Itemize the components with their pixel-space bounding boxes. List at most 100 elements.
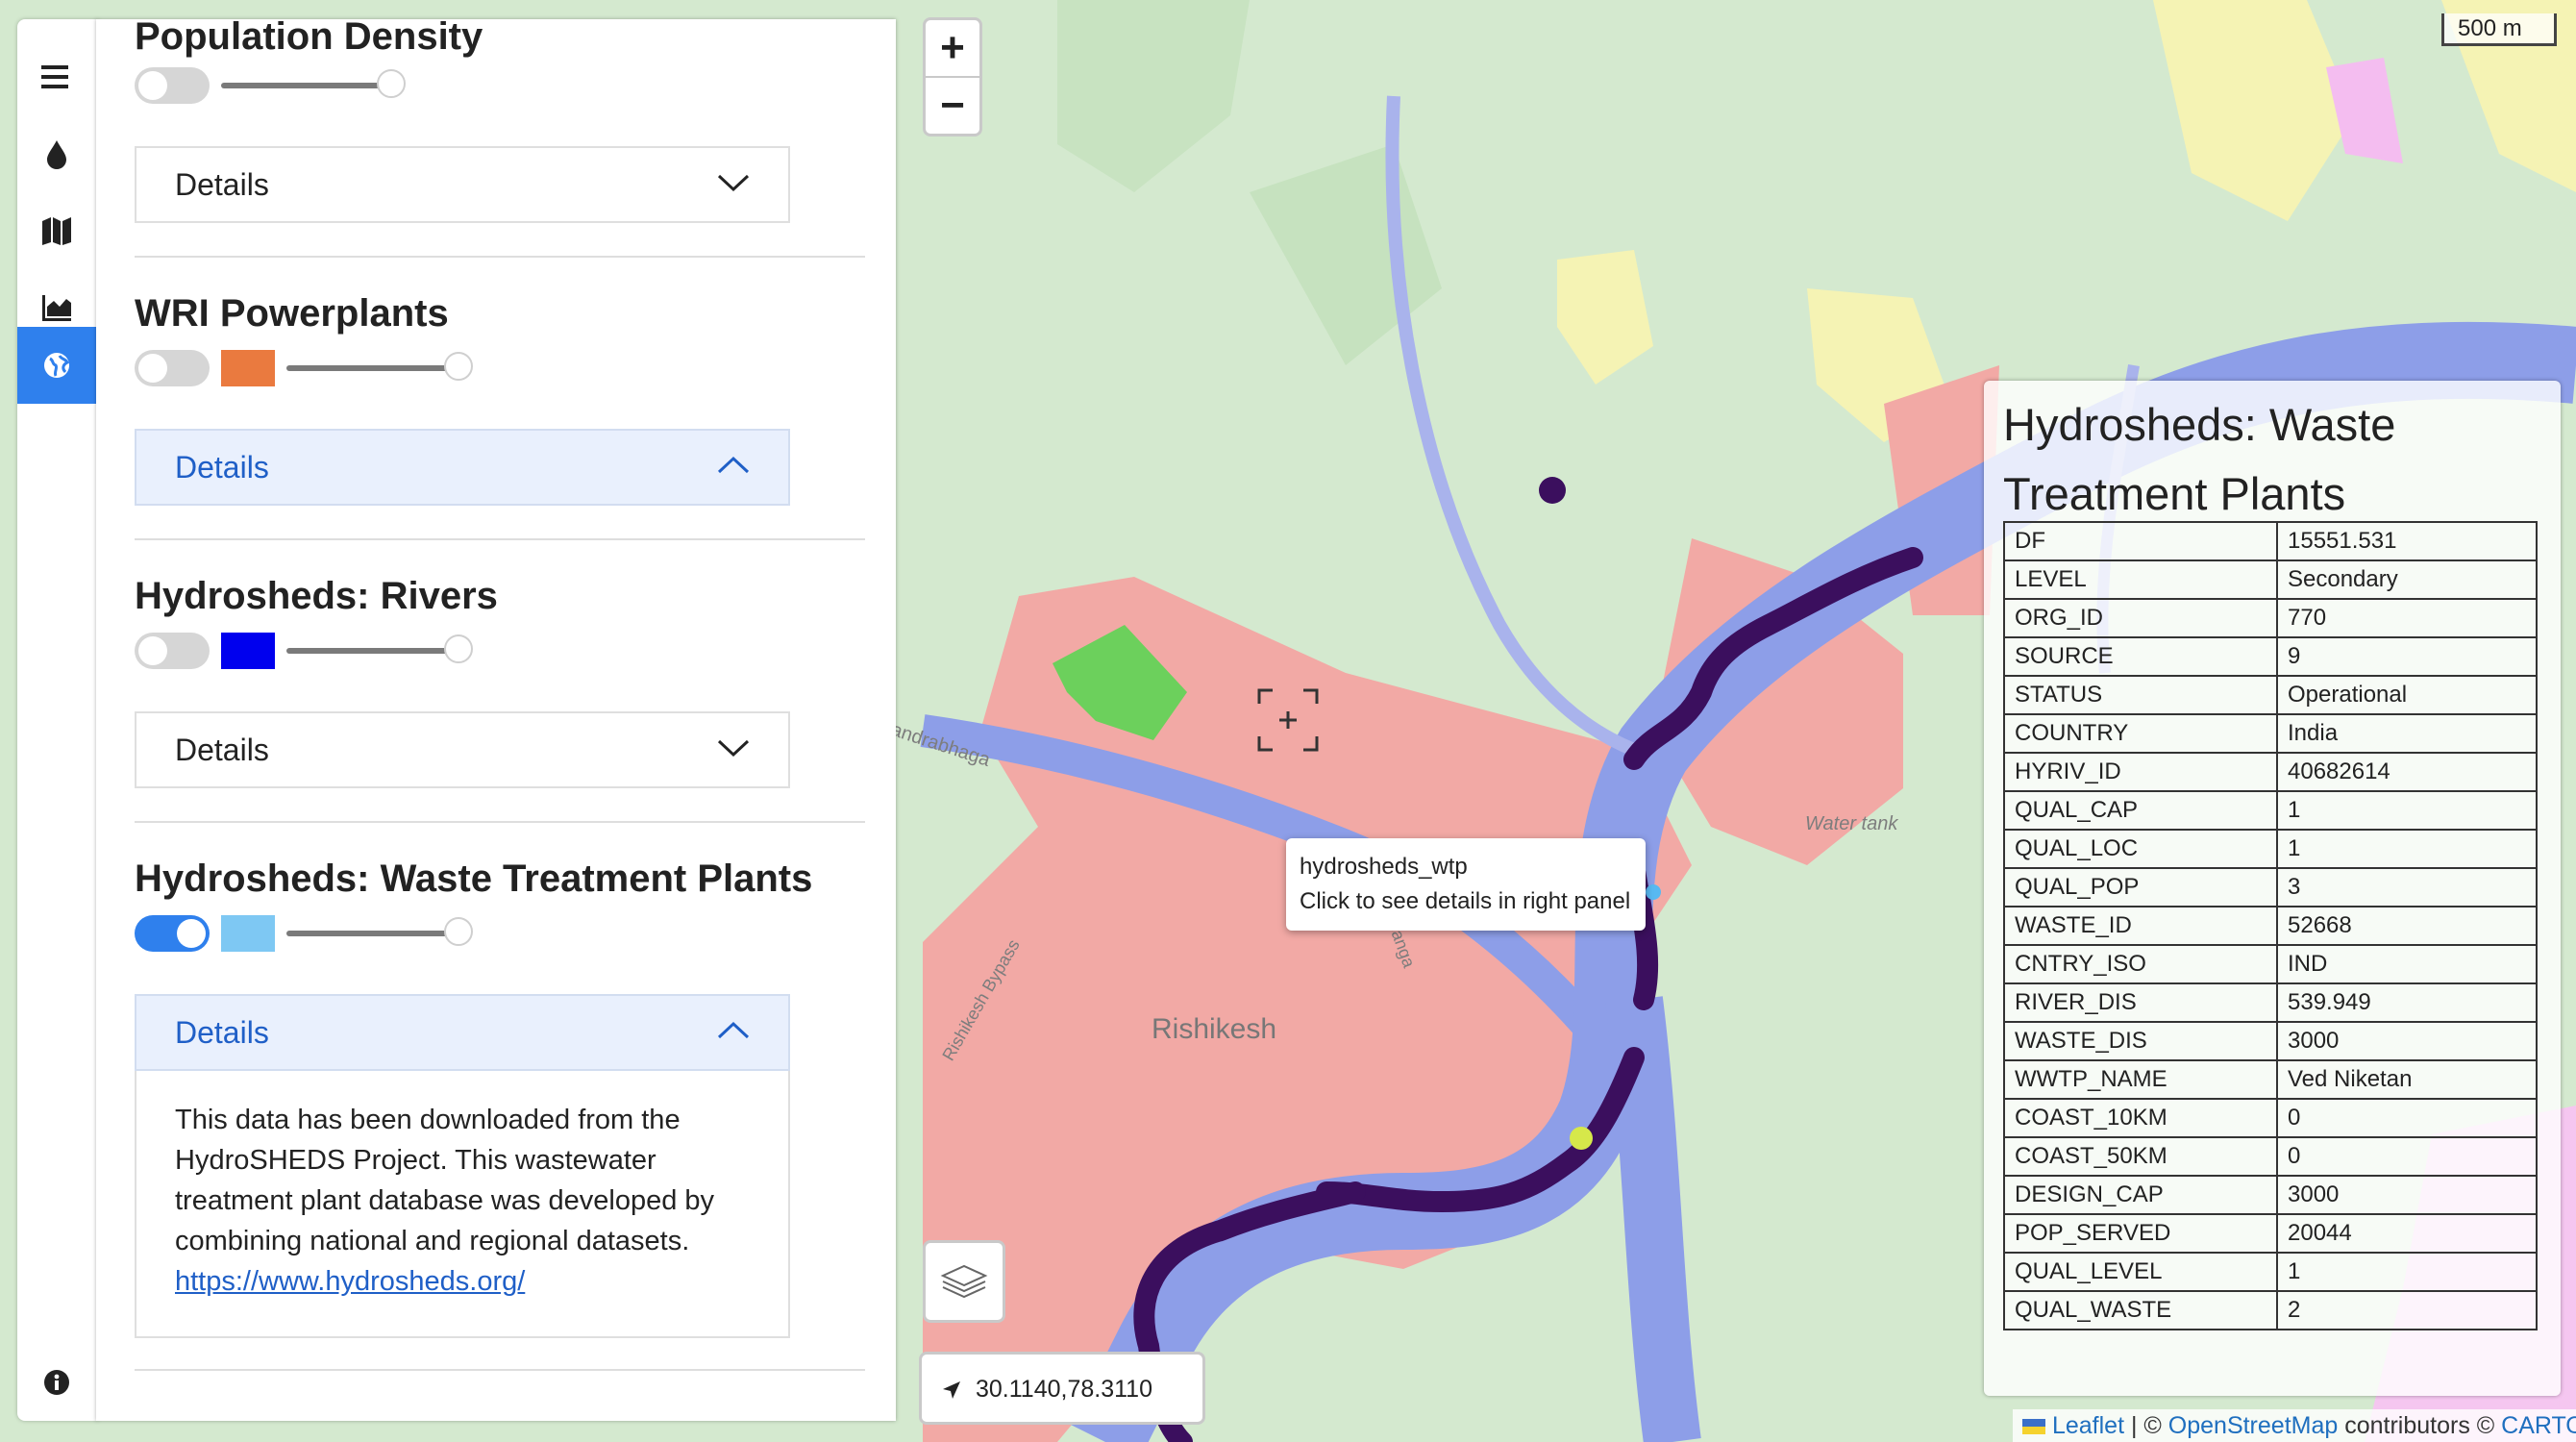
map-tooltip: hydrosheds_wtp Click to see details in r… xyxy=(1286,838,1646,931)
attribute-value: IND xyxy=(2276,944,2538,984)
ukraine-flag-icon xyxy=(2022,1419,2045,1435)
attribute-key: QUAL_LEVEL xyxy=(2003,1252,2278,1292)
attribute-key: WWTP_NAME xyxy=(2003,1059,2278,1100)
map-attribution: Leaflet | © OpenStreetMap contributors ©… xyxy=(2013,1409,2576,1442)
attribute-row: LEVEL Secondary xyxy=(2003,559,2538,600)
details-label: Details xyxy=(175,1015,269,1050)
attribute-value: 0 xyxy=(2276,1098,2538,1138)
map-icon[interactable] xyxy=(17,192,96,269)
hydrosheds-link[interactable]: https://www.hydrosheds.org/ xyxy=(175,1266,525,1297)
water-tank-label: Water tank xyxy=(1805,813,1898,834)
attribute-value: 1 xyxy=(2276,790,2538,831)
attribute-key: WASTE_DIS xyxy=(2003,1021,2278,1061)
attribute-row: QUAL_CAP 1 xyxy=(2003,790,2538,831)
attribute-value: 40682614 xyxy=(2276,752,2538,792)
attribute-key: COAST_10KM xyxy=(2003,1098,2278,1138)
details-label: Details xyxy=(175,167,269,202)
layer-title-hydrosheds-wtp: Hydrosheds: Waste Treatment Plants xyxy=(135,858,813,900)
info-panel-title: Hydrosheds: Waste Treatment Plants xyxy=(2003,399,2396,519)
carto-link[interactable]: CARTO xyxy=(2501,1412,2576,1439)
attribute-value: Operational xyxy=(2276,675,2538,715)
attribute-key: DESIGN_CAP xyxy=(2003,1175,2278,1215)
attribute-key: QUAL_POP xyxy=(2003,867,2278,907)
attribute-key: RIVER_DIS xyxy=(2003,982,2278,1023)
attribute-key: WASTE_ID xyxy=(2003,906,2278,946)
attribute-key: QUAL_LOC xyxy=(2003,829,2278,869)
leaflet-link[interactable]: Leaflet xyxy=(2052,1412,2124,1439)
attribute-value: 3000 xyxy=(2276,1021,2538,1061)
city-label: Rishikesh xyxy=(1152,1013,1277,1045)
coordinates-display: 30.1140,78.3110 xyxy=(919,1352,1205,1425)
attribution-separator: | © xyxy=(2124,1412,2168,1439)
color-swatch-wri-powerplants[interactable] xyxy=(221,350,275,386)
opacity-slider-population-density[interactable] xyxy=(221,69,406,98)
water-drop-icon[interactable] xyxy=(17,115,96,192)
details-population-density[interactable]: Details xyxy=(135,146,790,223)
chevron-down-icon xyxy=(717,739,750,758)
attribute-value: Secondary xyxy=(2276,559,2538,600)
attribute-key: POP_SERVED xyxy=(2003,1213,2278,1254)
chevron-down-icon xyxy=(717,174,750,192)
attribute-row: SOURCE 9 xyxy=(2003,636,2538,677)
zoom-out-button[interactable]: − xyxy=(926,78,979,134)
divider xyxy=(135,821,865,823)
attribute-key: HYRIV_ID xyxy=(2003,752,2278,792)
layers-button[interactable] xyxy=(923,1240,1005,1323)
zoom-in-button[interactable]: + xyxy=(926,20,979,78)
attribute-row: HYRIV_ID 40682614 xyxy=(2003,752,2538,792)
icon-sidebar xyxy=(17,19,98,1421)
attribute-row: QUAL_LEVEL 1 xyxy=(2003,1252,2538,1292)
tooltip-subtitle: Click to see details in right panel xyxy=(1300,888,1631,914)
attribute-row: ORG_ID 770 xyxy=(2003,598,2538,638)
toggle-hydrosheds-rivers[interactable] xyxy=(135,633,210,669)
opacity-slider-hydrosheds-rivers[interactable] xyxy=(286,634,473,663)
attribute-value: 15551.531 xyxy=(2276,521,2538,561)
attribute-value: Ved Niketan xyxy=(2276,1059,2538,1100)
zoom-control: + − xyxy=(923,17,982,137)
chevron-up-icon xyxy=(717,456,750,474)
attribute-value: 52668 xyxy=(2276,906,2538,946)
opacity-slider-wri-powerplants[interactable] xyxy=(286,352,473,381)
toggle-wri-powerplants[interactable] xyxy=(135,350,210,386)
attribute-row: CNTRY_ISO IND xyxy=(2003,944,2538,984)
attribute-row: WWTP_NAME Ved Niketan xyxy=(2003,1059,2538,1100)
location-arrow-icon xyxy=(943,1381,960,1399)
attribute-key: QUAL_WASTE xyxy=(2003,1290,2278,1330)
layer-panel[interactable]: Population Density Details WRI Powerplan… xyxy=(96,19,896,1421)
opacity-slider-hydrosheds-wtp[interactable] xyxy=(286,917,473,946)
attribute-value: 1 xyxy=(2276,1252,2538,1292)
color-swatch-hydrosheds-rivers[interactable] xyxy=(221,633,275,669)
toggle-hydrosheds-wtp[interactable] xyxy=(135,915,210,952)
tooltip-title: hydrosheds_wtp xyxy=(1300,854,1468,880)
attribute-row: WASTE_ID 52668 xyxy=(2003,906,2538,946)
attribute-row: QUAL_LOC 1 xyxy=(2003,829,2538,869)
attribute-value: India xyxy=(2276,713,2538,754)
attribute-value: 770 xyxy=(2276,598,2538,638)
attribute-row: COAST_10KM 0 xyxy=(2003,1098,2538,1138)
attribute-value: 539.949 xyxy=(2276,982,2538,1023)
scale-bar: 500 m xyxy=(2441,13,2557,46)
layer-title-wri-powerplants: WRI Powerplants xyxy=(135,292,449,335)
attribute-key: QUAL_CAP xyxy=(2003,790,2278,831)
attribute-row: RIVER_DIS 539.949 xyxy=(2003,982,2538,1023)
layer-description: This data has been downloaded from the H… xyxy=(175,1105,715,1256)
menu-icon[interactable] xyxy=(17,38,96,115)
attribute-key: ORG_ID xyxy=(2003,598,2278,638)
divider xyxy=(135,538,865,540)
color-swatch-hydrosheds-wtp[interactable] xyxy=(221,915,275,952)
details-body-hydrosheds-wtp: This data has been downloaded from the H… xyxy=(135,1071,790,1338)
globe-icon[interactable] xyxy=(17,327,96,404)
info-icon[interactable] xyxy=(17,1344,96,1421)
toggle-population-density[interactable] xyxy=(135,67,210,104)
attribute-row: COAST_50KM 0 xyxy=(2003,1136,2538,1177)
attribute-value: 9 xyxy=(2276,636,2538,677)
attribute-key: LEVEL xyxy=(2003,559,2278,600)
osm-link[interactable]: OpenStreetMap xyxy=(2168,1412,2339,1439)
attribute-row: STATUS Operational xyxy=(2003,675,2538,715)
coordinates-text: 30.1140,78.3110 xyxy=(976,1376,1152,1403)
details-hydrosheds-wtp[interactable]: Details xyxy=(135,994,790,1071)
details-wri-powerplants[interactable]: Details xyxy=(135,429,790,506)
attribute-row: DF 15551.531 xyxy=(2003,521,2538,561)
details-hydrosheds-rivers[interactable]: Details xyxy=(135,711,790,788)
info-panel: Hydrosheds: Waste Treatment Plants DF 155… xyxy=(1984,381,2561,1396)
